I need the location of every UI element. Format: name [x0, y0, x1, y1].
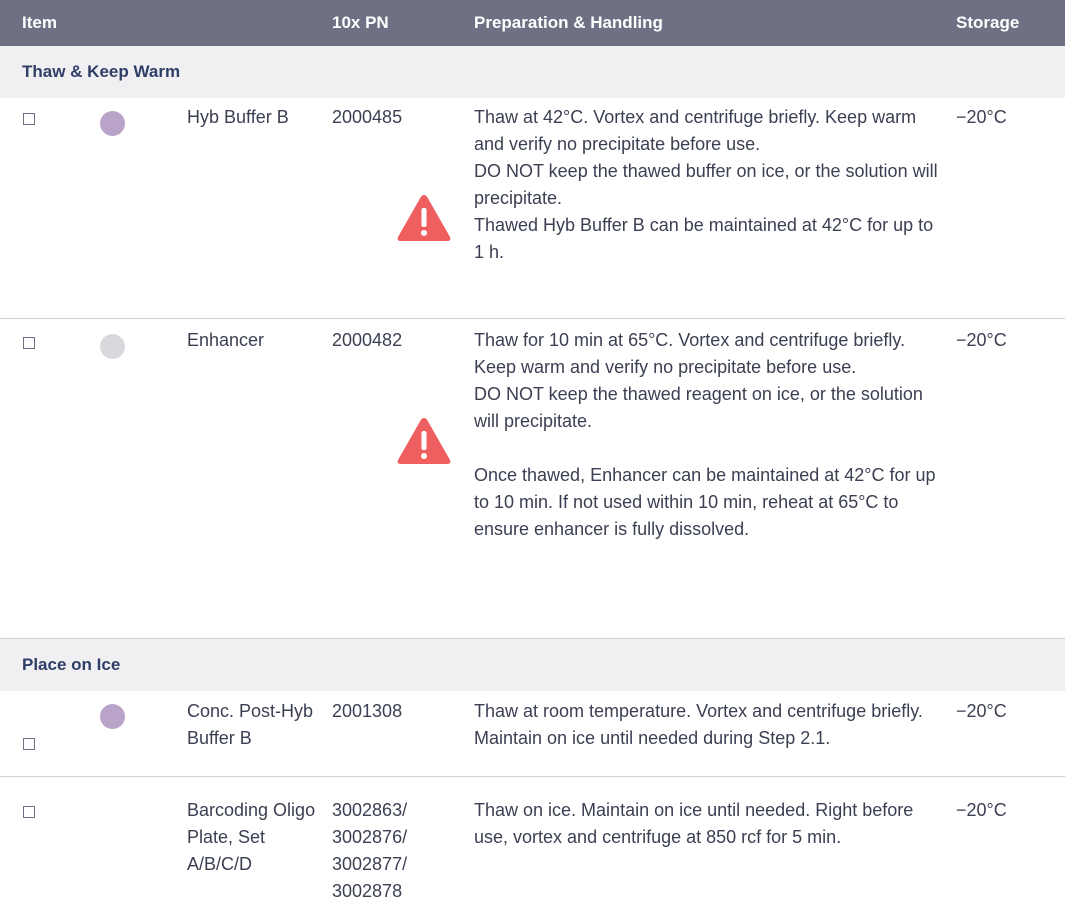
item-name: Enhancer [187, 330, 265, 350]
header-storage: Storage [956, 13, 1020, 32]
item-name: Conc. Post-Hyb Buffer B [187, 701, 314, 748]
header-item: Item [22, 13, 57, 32]
warning-icon [397, 195, 451, 241]
row-divider [0, 776, 1065, 777]
prep-handling: Thaw at room temperature. Vortex and cen… [474, 698, 939, 752]
storage-temp: −20°C [956, 800, 1007, 820]
table-header: Item 10x PN Preparation & Handling Stora… [0, 0, 1065, 46]
section-title: Place on Ice [22, 655, 121, 674]
prep-handling: Thaw on ice. Maintain on ice until neede… [474, 797, 939, 851]
item-name: Hyb Buffer B [187, 107, 289, 127]
part-number: 3002863/ 3002876/ 3002877/ 3002878 [332, 800, 408, 901]
prep-text: Thawed Hyb Buffer B can be maintained at… [474, 215, 934, 262]
prep-handling: Thaw at 42°C. Vortex and centrifuge brie… [474, 104, 939, 266]
part-number: 2001308 [332, 701, 403, 721]
reagent-color-dot [100, 111, 125, 136]
warning-icon [397, 418, 451, 464]
reagent-color-dot [100, 704, 125, 729]
storage-temp: −20°C [956, 330, 1007, 350]
section-thaw-keep-warm: Thaw & Keep Warm [0, 46, 1065, 98]
prep-text: Thaw on ice. Maintain on ice until neede… [474, 800, 914, 847]
prep-text: Thaw at 42°C. Vortex and centrifuge brie… [474, 107, 917, 154]
header-prep: Preparation & Handling [474, 13, 663, 32]
storage-temp: −20°C [956, 701, 1007, 721]
prep-text: Once thawed, Enhancer can be maintained … [474, 465, 936, 539]
row-checkbox[interactable] [23, 738, 35, 750]
section-place-on-ice: Place on Ice [0, 639, 1065, 691]
row-divider [0, 318, 1065, 319]
prep-warning-text: DO NOT keep the thawed buffer on ice, or… [474, 161, 938, 208]
row-checkbox[interactable] [23, 113, 35, 125]
part-number: 2000485 [332, 107, 403, 127]
storage-temp: −20°C [956, 107, 1007, 127]
section-title: Thaw & Keep Warm [22, 62, 181, 81]
prep-handling: Thaw for 10 min at 65°C. Vortex and cent… [474, 327, 939, 543]
item-name: Barcoding Oligo Plate, Set A/B/C/D [187, 800, 316, 874]
row-checkbox[interactable] [23, 337, 35, 349]
prep-text: Thaw for 10 min at 65°C. Vortex and cent… [474, 330, 906, 377]
part-number: 2000482 [332, 330, 403, 350]
header-pn: 10x PN [332, 13, 389, 32]
reagent-color-dot [100, 334, 125, 359]
prep-text: Thaw at room temperature. Vortex and cen… [474, 701, 923, 748]
row-checkbox[interactable] [23, 806, 35, 818]
prep-warning-text: DO NOT keep the thawed reagent on ice, o… [474, 384, 923, 431]
